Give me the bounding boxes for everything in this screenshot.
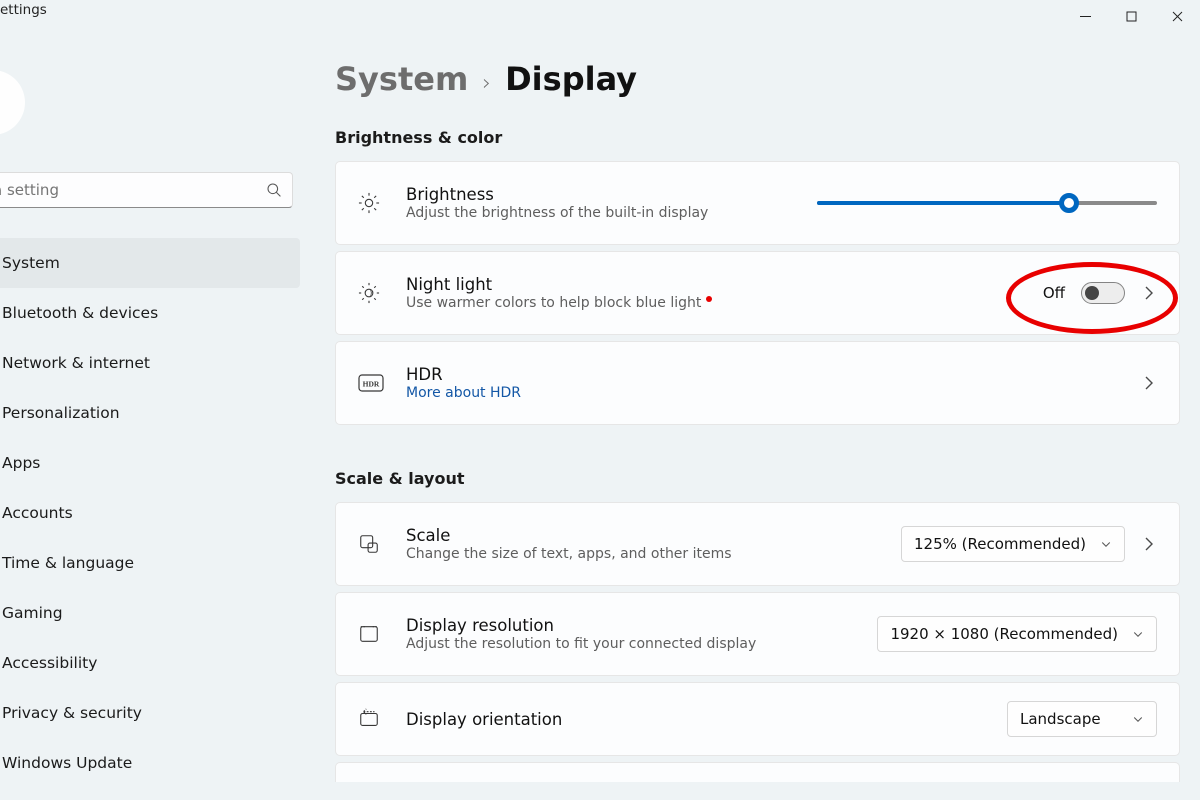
sidebar-item-label: Bluetooth & devices xyxy=(2,304,158,322)
search-box[interactable] xyxy=(0,172,293,208)
chevron-right-icon[interactable] xyxy=(1141,285,1157,301)
chevron-right-icon[interactable] xyxy=(1141,375,1157,391)
orientation-dropdown[interactable]: Landscape xyxy=(1007,701,1157,737)
sidebar-item-label: Windows Update xyxy=(2,754,132,772)
search-icon xyxy=(266,182,282,198)
sidebar-item-label: Apps xyxy=(2,454,40,472)
next-row-partial xyxy=(335,762,1180,782)
orientation-title: Display orientation xyxy=(406,710,1007,729)
sidebar-item-time-language[interactable]: Time & language xyxy=(0,538,300,588)
sidebar-item-accounts[interactable]: Accounts xyxy=(0,488,300,538)
maximize-button[interactable] xyxy=(1108,0,1154,32)
sidebar-item-system[interactable]: System xyxy=(0,238,300,288)
orientation-value: Landscape xyxy=(1020,710,1101,728)
sidebar-item-label: Accessibility xyxy=(2,654,97,672)
brightness-slider[interactable] xyxy=(817,201,1157,205)
night-light-title: Night light xyxy=(406,275,1043,294)
brightness-row: Brightness Adjust the brightness of the … xyxy=(335,161,1180,245)
resolution-subtitle: Adjust the resolution to fit your connec… xyxy=(406,636,877,652)
sidebar-nav: System Bluetooth & devices Network & int… xyxy=(0,238,300,788)
night-light-row[interactable]: Night light Use warmer colors to help bl… xyxy=(335,251,1180,335)
app-title: ettings xyxy=(0,2,47,18)
night-light-subtitle: Use warmer colors to help block blue lig… xyxy=(406,295,1043,311)
sidebar-item-personalization[interactable]: Personalization xyxy=(0,388,300,438)
scale-value: 125% (Recommended) xyxy=(914,535,1086,553)
resolution-row[interactable]: Display resolution Adjust the resolution… xyxy=(335,592,1180,676)
sidebar-item-gaming[interactable]: Gaming xyxy=(0,588,300,638)
hdr-row[interactable]: HDR HDR More about HDR xyxy=(335,341,1180,425)
scale-row[interactable]: Scale Change the size of text, apps, and… xyxy=(335,502,1180,586)
hdr-more-link[interactable]: More about HDR xyxy=(406,385,1141,401)
resolution-dropdown[interactable]: 1920 × 1080 (Recommended) xyxy=(877,616,1157,652)
annotation-dot xyxy=(706,296,712,302)
section-header-scale-layout: Scale & layout xyxy=(335,469,1180,488)
night-light-state-label: Off xyxy=(1043,284,1065,302)
avatar[interactable] xyxy=(0,70,25,135)
resolution-title: Display resolution xyxy=(406,616,877,635)
sidebar-item-privacy[interactable]: Privacy & security xyxy=(0,688,300,738)
section-header-brightness-color: Brightness & color xyxy=(335,128,1180,147)
sidebar-item-label: Accounts xyxy=(2,504,73,522)
scale-subtitle: Change the size of text, apps, and other… xyxy=(406,546,901,562)
sun-icon xyxy=(358,192,380,214)
sidebar-item-label: Privacy & security xyxy=(2,704,142,722)
sidebar-item-apps[interactable]: Apps xyxy=(0,438,300,488)
hdr-title: HDR xyxy=(406,365,1141,384)
orientation-icon xyxy=(358,708,380,730)
sidebar-item-label: Personalization xyxy=(2,404,120,422)
search-input[interactable] xyxy=(0,180,266,200)
hdr-icon: HDR xyxy=(358,374,384,392)
breadcrumb-parent[interactable]: System xyxy=(335,60,468,98)
brightness-subtitle: Adjust the brightness of the built-in di… xyxy=(406,205,817,221)
sidebar-item-windows-update[interactable]: Windows Update xyxy=(0,738,300,788)
chevron-right-icon: › xyxy=(482,71,491,96)
close-button[interactable] xyxy=(1154,0,1200,32)
orientation-row[interactable]: Display orientation Landscape xyxy=(335,682,1180,756)
night-light-toggle[interactable] xyxy=(1081,282,1125,304)
sidebar-item-label: Network & internet xyxy=(2,354,150,372)
svg-text:HDR: HDR xyxy=(363,380,380,389)
sidebar-item-label: System xyxy=(2,254,60,272)
sidebar-item-bluetooth[interactable]: Bluetooth & devices xyxy=(0,288,300,338)
sidebar-item-network[interactable]: Network & internet xyxy=(0,338,300,388)
sidebar-item-accessibility[interactable]: Accessibility xyxy=(0,638,300,688)
chevron-down-icon xyxy=(1132,713,1144,725)
page-title: Display xyxy=(505,60,637,98)
resolution-icon xyxy=(358,623,380,645)
chevron-down-icon xyxy=(1100,538,1112,550)
scale-title: Scale xyxy=(406,526,901,545)
sidebar-item-label: Gaming xyxy=(2,604,63,622)
night-light-icon xyxy=(358,282,380,304)
scale-dropdown[interactable]: 125% (Recommended) xyxy=(901,526,1125,562)
brightness-title: Brightness xyxy=(406,185,817,204)
chevron-down-icon xyxy=(1132,628,1144,640)
chevron-right-icon[interactable] xyxy=(1141,536,1157,552)
breadcrumb: System › Display xyxy=(335,60,1180,98)
scale-icon xyxy=(358,533,380,555)
resolution-value: 1920 × 1080 (Recommended) xyxy=(890,625,1118,643)
minimize-button[interactable] xyxy=(1062,0,1108,32)
sidebar-item-label: Time & language xyxy=(2,554,134,572)
